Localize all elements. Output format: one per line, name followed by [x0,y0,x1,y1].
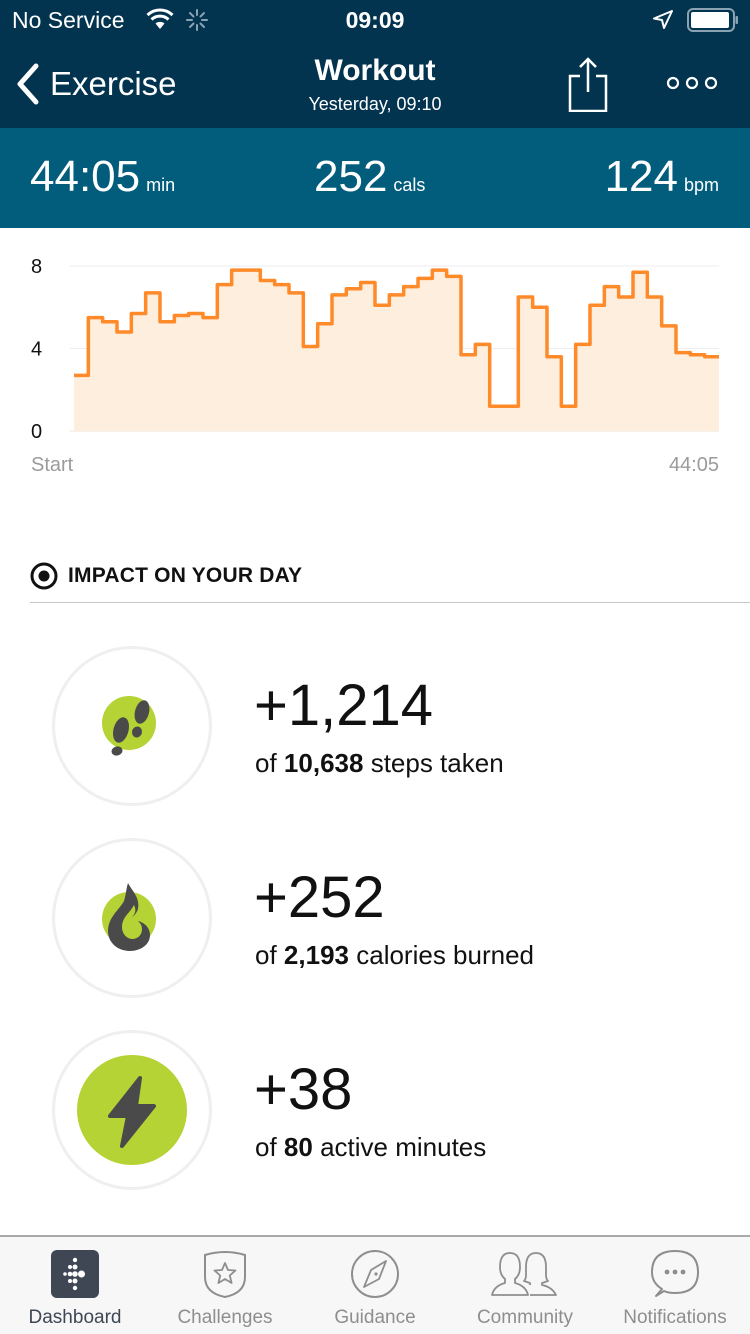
tab-label: Community [476,1307,574,1328]
lightning-bolt-icon [77,1055,187,1165]
active-minutes-detail: of 80 active minutes [255,1132,486,1163]
heart-rate-unit: bpm [683,175,719,195]
tab-challenges[interactable]: Challenges [150,1237,300,1334]
heart-rate-stat: 124 bpm [605,152,719,202]
navigation-header: No Service 09:09 Exercise Workout Yester… [0,0,750,128]
page-subtitle: Yesterday, 09:10 [308,94,442,114]
calories-stat: 252 cals [314,152,425,202]
target-icon [30,562,58,590]
fitbit-logo-icon [51,1250,99,1298]
duration-stat: 44:05 min [30,152,175,202]
impact-item-calories: +252 of 2,193 calories burned [0,838,750,1008]
y-tick-label: 4 [31,339,42,361]
tab-label: Notifications [623,1307,727,1328]
page-title: Workout [314,54,436,87]
tab-community[interactable]: Community [450,1237,600,1334]
nav-bar: Exercise Workout Yesterday, 09:10 [0,40,750,128]
share-icon[interactable] [566,56,610,112]
y-axis-ticks: 0 4 8 [31,256,42,443]
steps-label: steps taken [370,748,504,778]
workout-summary: 44:05 min 252 cals 124 bpm [0,128,750,228]
section-divider [30,602,750,603]
chart-canvas: 0 4 8 Start 44:05 [31,256,719,476]
calories-detail: of 2,193 calories burned [255,940,534,971]
tab-dashboard[interactable]: Dashboard [0,1237,150,1334]
icon-ring [52,838,212,998]
of-label: of [255,1132,277,1162]
more-dots-icon[interactable] [664,74,720,92]
tab-label: Dashboard [28,1307,122,1328]
icon-ring [52,1030,212,1190]
steps-delta: +1,214 [254,673,434,738]
star-badge-icon [204,1251,246,1299]
impact-item-steps: +1,214 of 10,638 steps taken [0,646,750,816]
icon-ring [52,646,212,806]
impact-item-active-minutes: +38 of 80 active minutes [0,1030,750,1200]
location-arrow-icon [653,10,673,29]
compass-icon [351,1250,399,1298]
workout-chart[interactable]: 0 4 8 Start 44:05 [0,228,750,488]
chat-bubble-icon [651,1250,699,1297]
x-axis-end-label: 44:05 [669,454,719,476]
tab-notifications[interactable]: Notifications [600,1237,750,1334]
duration-unit: min [146,175,176,195]
calories-total: 2,193 [283,940,349,970]
tab-label: Guidance [334,1307,416,1328]
tab-label: Challenges [177,1307,273,1328]
steps-total: 10,638 [283,748,364,778]
heart-rate-value: 124 [604,152,678,201]
clock: 09:09 [345,7,405,33]
calories-delta: +252 [254,865,385,930]
steps-detail: of 10,638 steps taken [255,748,504,779]
footsteps-icon [102,696,156,756]
y-tick-label: 0 [31,421,42,443]
of-label: of [255,748,277,778]
impact-heading: IMPACT ON YOUR DAY [68,564,303,587]
y-tick-label: 8 [31,256,42,278]
active-minutes-delta: +38 [254,1057,353,1122]
calories-unit: cals [393,175,426,195]
x-axis-start-label: Start [31,454,74,476]
calories-value: 252 [314,152,388,201]
tab-bar: Dashboard Challenges Guidance Community [0,1235,750,1334]
of-label: of [255,940,277,970]
active-minutes-label: active minutes [320,1132,487,1162]
flame-icon [102,883,156,951]
people-icon [491,1252,557,1296]
calories-label: calories burned [356,940,535,970]
active-minutes-total: 80 [283,1132,313,1162]
impact-section-header: IMPACT ON YOUR DAY [30,562,302,590]
duration-value: 44:05 [30,152,141,201]
battery-icon [687,8,738,32]
status-bar: No Service 09:09 [0,0,750,40]
tab-guidance[interactable]: Guidance [300,1237,450,1334]
